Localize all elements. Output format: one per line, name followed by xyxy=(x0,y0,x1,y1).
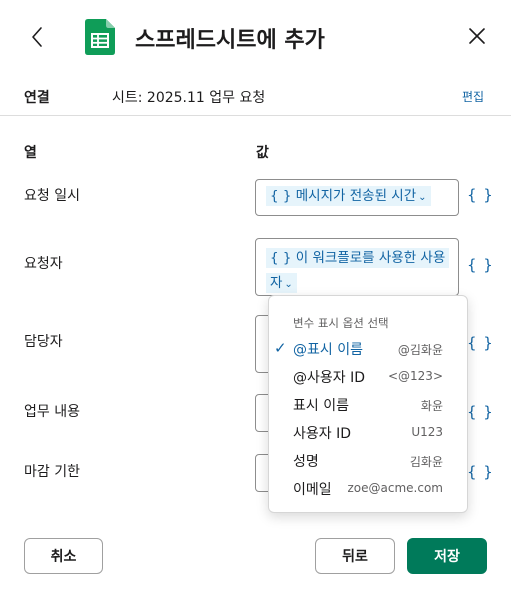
insert-variable-button[interactable]: { } xyxy=(467,256,494,274)
value-input-request-time[interactable]: { } 메시지가 전송된 시간 ⌄ xyxy=(255,179,459,216)
back-step-button[interactable]: 뒤로 xyxy=(315,538,395,574)
edit-connection-link[interactable]: 편집 xyxy=(462,88,484,105)
menu-item-label: 이메일 xyxy=(293,482,332,498)
value-input-requester[interactable]: { } 이 워크플로를 사용한 사용자 ⌄ xyxy=(255,238,459,296)
close-button[interactable] xyxy=(466,25,488,47)
chevron-down-icon: ⌄ xyxy=(418,192,427,203)
connection-sheet-name: 시트: 2025.11 업무 요청 xyxy=(112,90,266,106)
column-header: 열 xyxy=(24,145,37,161)
save-button[interactable]: 저장 xyxy=(407,538,487,574)
cancel-button[interactable]: 취소 xyxy=(24,538,103,574)
back-button[interactable] xyxy=(26,24,50,50)
insert-variable-button[interactable]: { } xyxy=(467,334,494,352)
menu-item-label: 사용자 ID xyxy=(293,426,351,442)
menu-item-user-id[interactable]: 사용자 ID U123 xyxy=(269,420,467,446)
menu-item-display-name[interactable]: 표시 이름 화윤 xyxy=(269,392,467,418)
insert-variable-button[interactable]: { } xyxy=(467,186,494,204)
menu-title: 변수 표시 옵션 선택 xyxy=(293,316,389,330)
variable-token-label: { } 메시지가 전송된 시간 xyxy=(270,188,417,204)
variable-token-label: { } 이 워크플로를 사용한 사용자 xyxy=(270,250,446,291)
checkmark-icon: ✓ xyxy=(274,339,287,357)
menu-item-example: U123 xyxy=(411,425,443,439)
chevron-left-icon xyxy=(32,27,42,47)
menu-item-full-name[interactable]: 성명 김화윤 xyxy=(269,448,467,474)
menu-item-email[interactable]: 이메일 zoe@acme.com xyxy=(269,476,467,502)
field-label-assignee: 담당자 xyxy=(24,334,63,350)
menu-item-example: zoe@acme.com xyxy=(347,481,444,495)
field-label-requester: 요청자 xyxy=(24,256,63,272)
menu-item-example: 김화윤 xyxy=(409,455,443,469)
variable-token[interactable]: { } 메시지가 전송된 시간 ⌄ xyxy=(266,186,431,206)
value-header: 값 xyxy=(256,145,269,161)
menu-item-display-name-mention[interactable]: ✓ @표시 이름 @김화윤 xyxy=(269,336,467,362)
insert-variable-button[interactable]: { } xyxy=(467,403,494,421)
menu-item-example: <@123> xyxy=(387,369,443,383)
field-label-due-date: 마감 기한 xyxy=(24,464,80,480)
close-icon xyxy=(469,28,485,44)
variable-token[interactable]: { } 이 워크플로를 사용한 사용자 ⌄ xyxy=(266,248,450,293)
field-label-request-time: 요청 일시 xyxy=(24,188,80,204)
connection-label: 연결 xyxy=(24,90,50,106)
variable-format-menu: 변수 표시 옵션 선택 ✓ @표시 이름 @김화윤 @사용자 ID <@123>… xyxy=(268,295,468,513)
insert-variable-button[interactable]: { } xyxy=(467,463,494,481)
google-sheets-icon xyxy=(85,19,115,55)
menu-item-label: 성명 xyxy=(293,454,319,470)
menu-item-label: 표시 이름 xyxy=(293,398,349,414)
menu-item-example: 화윤 xyxy=(420,399,443,413)
connection-row: 연결 시트: 2025.11 업무 요청 편집 xyxy=(0,76,511,116)
menu-item-example: @김화윤 xyxy=(397,343,443,357)
modal-title: 스프레드시트에 추가 xyxy=(135,28,325,53)
menu-item-user-id-mention[interactable]: @사용자 ID <@123> xyxy=(269,364,467,390)
field-label-task-content: 업무 내용 xyxy=(24,404,80,420)
chevron-down-icon: ⌄ xyxy=(284,279,293,290)
menu-item-label: @표시 이름 xyxy=(293,342,363,358)
menu-item-label: @사용자 ID xyxy=(293,370,365,386)
modal-header: 스프레드시트에 추가 xyxy=(0,0,511,76)
